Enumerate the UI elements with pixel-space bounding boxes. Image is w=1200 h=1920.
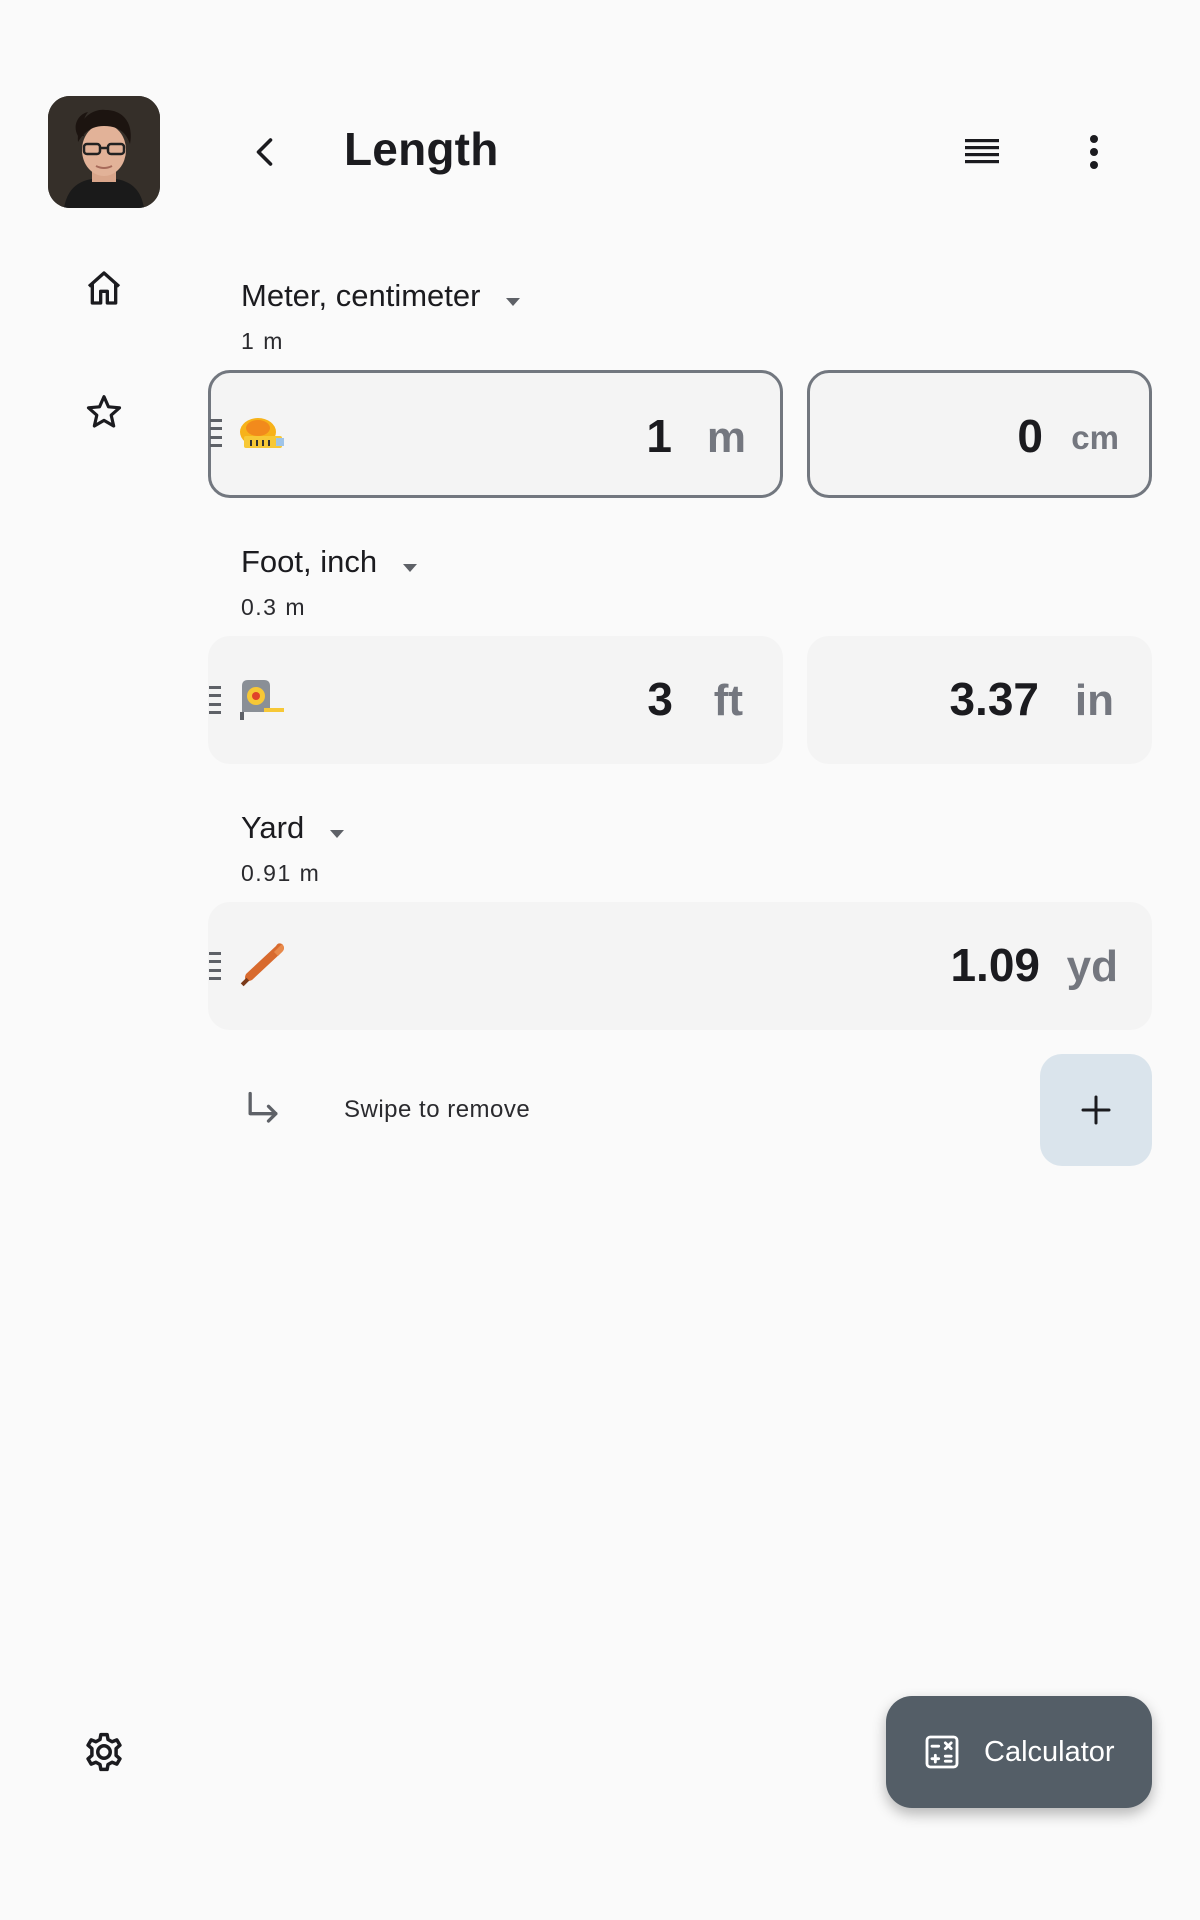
meter-input-field[interactable]: 1 m [208, 370, 783, 498]
gear-icon[interactable] [76, 1724, 132, 1780]
measuring-tape-icon [240, 418, 284, 448]
conversion-value: 0.91 [241, 860, 292, 886]
unit-group-name: Yard [241, 810, 305, 845]
field-value[interactable]: 3.37 [949, 672, 1039, 726]
field-unit: ft [713, 676, 743, 725]
unit-group-header[interactable]: Meter, centimeter 1 m [241, 278, 521, 355]
conversion-value: 0.3 [241, 594, 278, 620]
dropdown-caret-icon[interactable] [505, 297, 521, 307]
drag-handle-icon[interactable] [209, 686, 223, 714]
calculator-icon [925, 1735, 959, 1769]
field-unit: m [706, 413, 746, 462]
foot-input-field[interactable]: 3 ft [208, 636, 783, 764]
avatar[interactable] [48, 96, 160, 208]
swipe-hint-text: Swipe to remove [344, 1096, 531, 1123]
more-options-icon[interactable] [1066, 124, 1122, 180]
drag-handle-icon[interactable] [209, 952, 223, 980]
field-unit: cm [1071, 419, 1119, 456]
field-unit: in [1074, 676, 1114, 725]
tape-measure-icon [240, 680, 284, 720]
top-app-bar: Length [208, 96, 1200, 208]
centimeter-input-field[interactable]: 0 cm [807, 370, 1152, 498]
unit-group-conversion: 0.91 m [241, 860, 345, 887]
field-value[interactable]: 0 [1017, 409, 1043, 463]
conversion-value: 1 [241, 328, 256, 354]
conversion-unit: m [285, 594, 307, 620]
avatar-image [48, 96, 160, 208]
field-value[interactable]: 1.09 [950, 938, 1040, 992]
home-icon[interactable] [76, 260, 132, 316]
dropdown-caret-icon[interactable] [329, 829, 345, 839]
unit-group-conversion: 0.3 m [241, 594, 418, 621]
calculator-fab[interactable]: Calculator [886, 1696, 1152, 1808]
add-unit-button[interactable] [1040, 1054, 1152, 1166]
field-unit: yd [1066, 942, 1118, 991]
page-title: Length [344, 123, 499, 175]
drag-handle-icon[interactable] [210, 419, 224, 447]
field-value[interactable]: 1 [646, 409, 672, 463]
dropdown-caret-icon[interactable] [402, 563, 418, 573]
unit-group-header[interactable]: Foot, inch 0.3 m [241, 544, 418, 621]
calculator-fab-label: Calculator [984, 1735, 1115, 1768]
yard-input-field[interactable]: 1.09 yd [208, 902, 1152, 1030]
star-icon[interactable] [76, 384, 132, 440]
unit-group-header[interactable]: Yard 0.91 m [241, 810, 345, 887]
conversion-unit: m [299, 860, 321, 886]
baseball-bat-icon [240, 943, 284, 987]
conversion-unit: m [263, 328, 284, 354]
inch-input-field[interactable]: 3.37 in [807, 636, 1152, 764]
unit-group-conversion: 1 m [241, 328, 521, 355]
subdirectory-arrow-icon [248, 1091, 278, 1123]
back-arrow-icon[interactable] [238, 124, 294, 180]
navigation-rail [0, 0, 208, 1920]
plus-icon [1081, 1095, 1111, 1125]
unit-group-name: Meter, centimeter [241, 278, 481, 313]
field-value[interactable]: 3 [647, 672, 673, 726]
list-view-icon[interactable] [954, 124, 1010, 180]
unit-group-name: Foot, inch [241, 544, 378, 579]
